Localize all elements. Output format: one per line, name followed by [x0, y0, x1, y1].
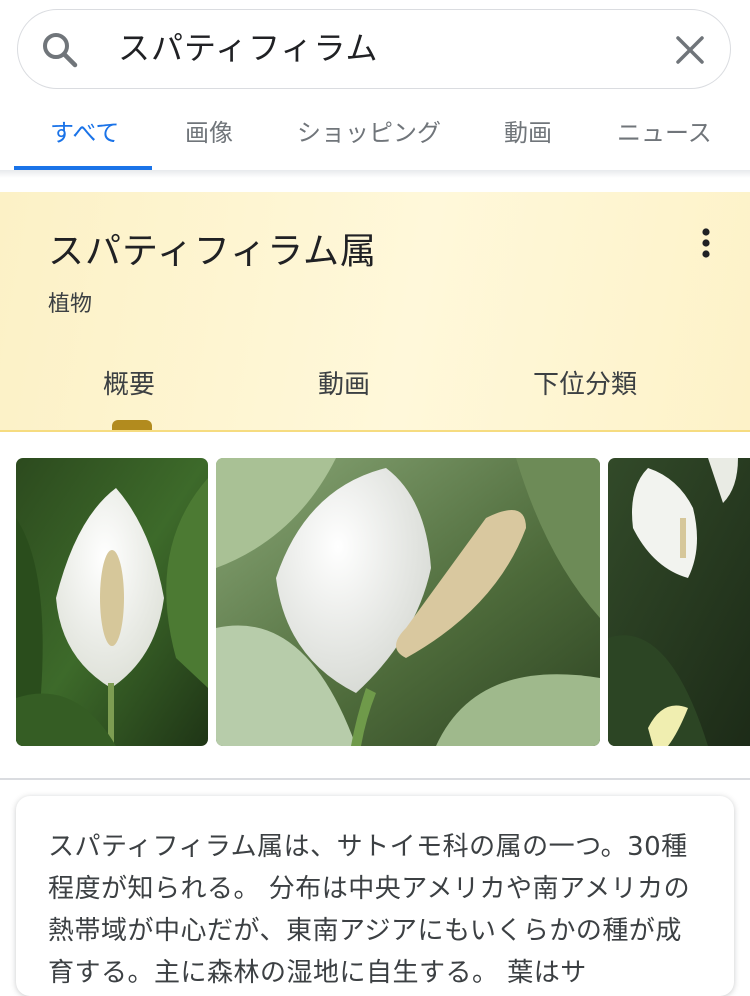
- plant-photo-2[interactable]: [216, 458, 600, 746]
- section-divider: [0, 778, 750, 780]
- tab-news[interactable]: ニュース: [617, 96, 712, 170]
- description-card: スパティフィラム属は、サトイモ科の属の一つ。30種程度が知られる。 分布は中央ア…: [16, 796, 734, 996]
- search-input[interactable]: スパティフィラム: [118, 28, 378, 68]
- tab-images[interactable]: 画像: [185, 96, 233, 170]
- tab-all[interactable]: すべて: [50, 96, 119, 170]
- search-tabs: すべて 画像 ショッピング 動画 ニュース: [0, 96, 750, 170]
- tab-videos[interactable]: 動画: [504, 96, 552, 170]
- header-shadow: [0, 170, 750, 178]
- close-icon[interactable]: [670, 30, 710, 70]
- tab-shopping[interactable]: ショッピング: [297, 96, 441, 170]
- plant-photo-1[interactable]: [16, 458, 208, 746]
- search-icon[interactable]: [40, 30, 80, 70]
- tab-subtaxa[interactable]: 下位分類: [533, 364, 637, 401]
- more-vert-icon[interactable]: [694, 226, 718, 260]
- plant-photo-3[interactable]: [608, 458, 750, 746]
- search-bar[interactable]: スパティフィラム: [17, 9, 731, 89]
- panel-tab-indicator: [112, 420, 152, 430]
- knowledge-panel-header: スパティフィラム属 植物 概要 動画 下位分類: [0, 192, 750, 432]
- entity-type: 植物: [48, 292, 93, 317]
- description-text: スパティフィラム属は、サトイモ科の属の一つ。30種程度が知られる。 分布は中央ア…: [48, 832, 691, 988]
- page-title: スパティフィラム属: [48, 231, 378, 272]
- tab-overview[interactable]: 概要: [103, 364, 155, 401]
- tab-panel-videos[interactable]: 動画: [318, 364, 370, 401]
